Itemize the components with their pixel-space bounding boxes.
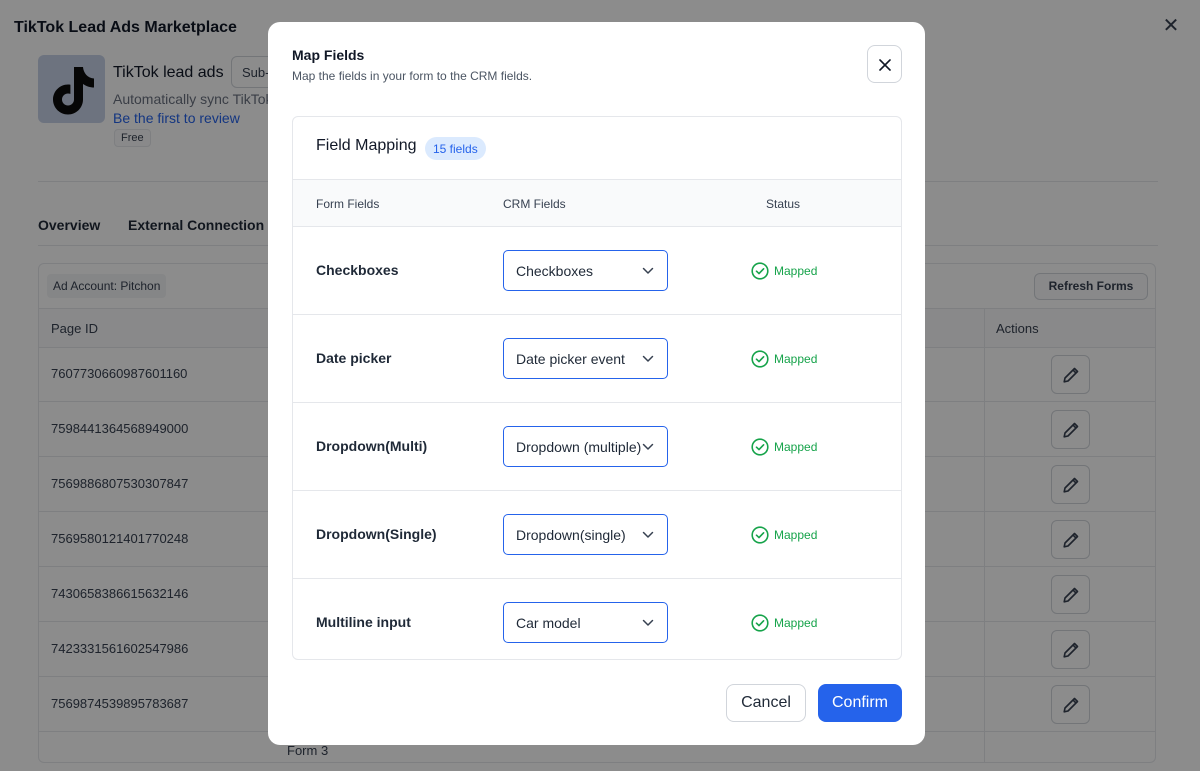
status-text: Mapped <box>774 616 818 630</box>
form-field-label: Checkboxes <box>316 262 399 278</box>
check-circle-icon <box>751 350 769 368</box>
column-header-form-fields: Form Fields <box>316 197 380 211</box>
check-circle-icon <box>751 262 769 280</box>
fields-count-badge: 15 fields <box>425 137 486 160</box>
crm-field-select[interactable]: Dropdown (multiple) <box>503 426 668 467</box>
mapping-column-headers: Form Fields CRM Fields Status <box>293 180 901 227</box>
status-text: Mapped <box>774 440 818 454</box>
mapping-row: Date picker Date picker event Mapped <box>293 315 901 403</box>
map-fields-modal: Map Fields Map the fields in your form t… <box>268 22 925 745</box>
crm-field-value: Dropdown (multiple) <box>516 439 642 455</box>
check-circle-icon <box>751 438 769 456</box>
modal-subtitle: Map the fields in your form to the CRM f… <box>292 69 533 83</box>
form-field-label: Date picker <box>316 350 392 366</box>
check-circle-icon <box>751 526 769 544</box>
crm-field-select[interactable]: Dropdown(single) <box>503 514 668 555</box>
chevron-down-icon <box>642 619 654 626</box>
crm-field-select[interactable]: Date picker event <box>503 338 668 379</box>
chevron-down-icon <box>642 267 654 274</box>
form-field-label: Dropdown(Single) <box>316 526 437 542</box>
mapping-row: Multiline input Car model Mapped <box>293 579 901 659</box>
crm-field-value: Date picker event <box>516 351 625 367</box>
mapping-row: Dropdown(Multi) Dropdown (multiple) Mapp… <box>293 403 901 491</box>
crm-field-value: Car model <box>516 615 581 631</box>
mapping-row: Checkboxes Checkboxes Mapped <box>293 227 901 315</box>
crm-field-value: Checkboxes <box>516 263 594 279</box>
chevron-down-icon <box>642 355 654 362</box>
close-icon <box>879 59 891 71</box>
status-text: Mapped <box>774 352 818 366</box>
crm-field-select[interactable]: Checkboxes <box>503 250 668 291</box>
form-field-label: Multiline input <box>316 614 411 630</box>
close-button[interactable] <box>867 45 902 83</box>
status-text: Mapped <box>774 528 818 542</box>
chevron-down-icon <box>642 443 654 450</box>
field-mapping-header: Field Mapping 15 fields <box>293 117 901 180</box>
crm-field-value: Dropdown(single) <box>516 527 626 543</box>
crm-field-select[interactable]: Car model <box>503 602 668 643</box>
field-mapping-card: Field Mapping 15 fields Form Fields CRM … <box>292 116 902 660</box>
field-mapping-title: Field Mapping <box>316 137 417 154</box>
check-circle-icon <box>751 614 769 632</box>
mapping-row: Dropdown(Single) Dropdown(single) Mapped <box>293 491 901 579</box>
modal-title: Map Fields <box>292 47 365 63</box>
confirm-button[interactable]: Confirm <box>818 684 902 722</box>
column-header-status: Status <box>766 197 801 211</box>
chevron-down-icon <box>642 531 654 538</box>
cancel-button[interactable]: Cancel <box>726 684 806 722</box>
status-text: Mapped <box>774 264 818 278</box>
column-header-crm-fields: CRM Fields <box>503 197 566 211</box>
form-field-label: Dropdown(Multi) <box>316 438 428 454</box>
